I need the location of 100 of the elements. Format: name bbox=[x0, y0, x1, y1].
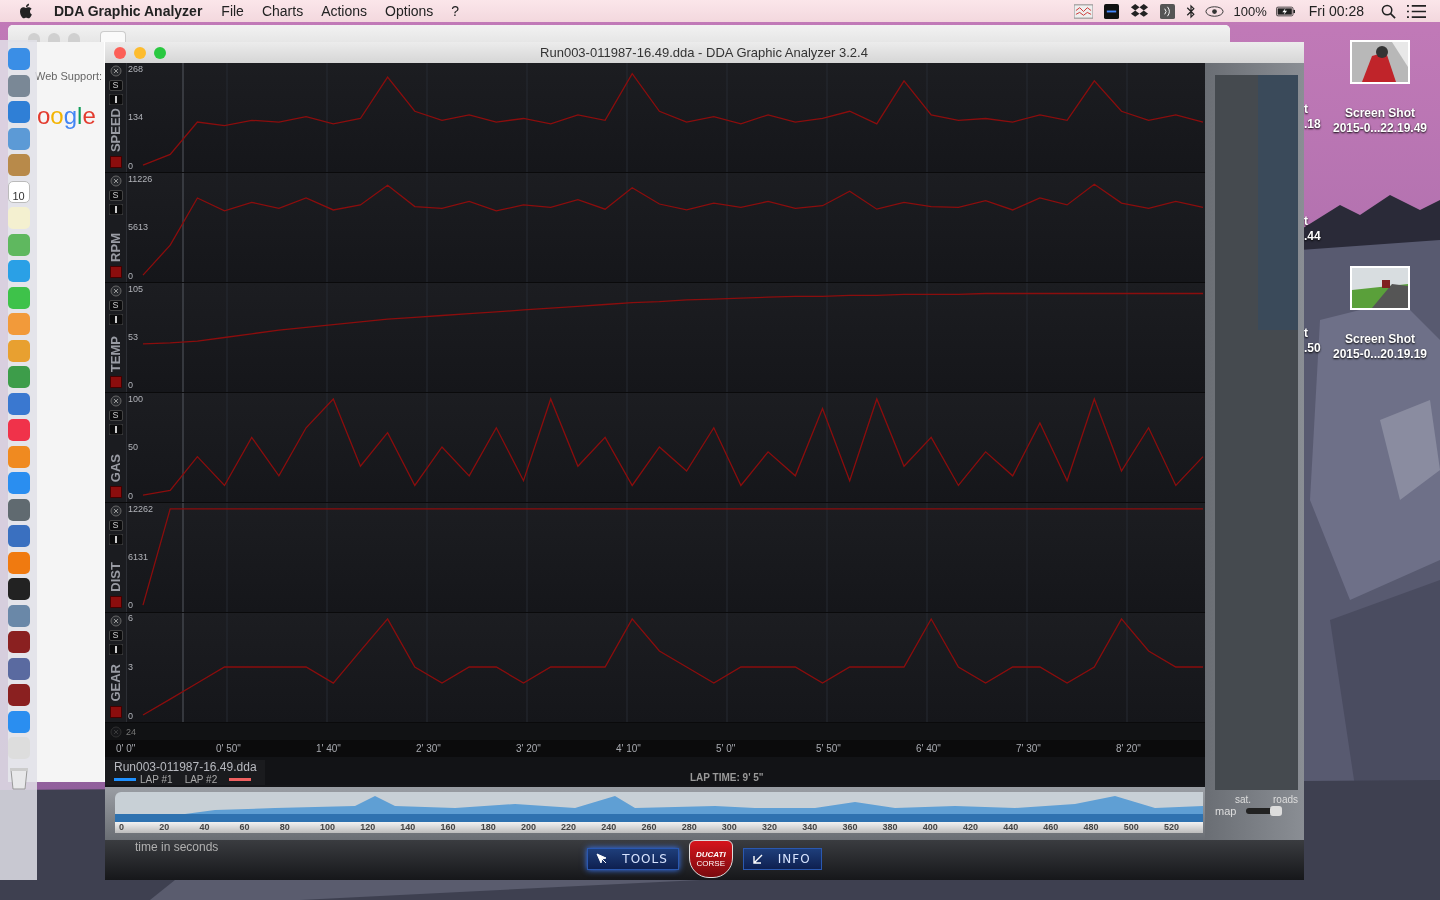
search-icon[interactable] bbox=[1379, 3, 1398, 19]
timeline-tick: 300 bbox=[721, 822, 738, 833]
axis-tick: 100 bbox=[128, 393, 144, 405]
menu-item[interactable]: File bbox=[221, 3, 244, 19]
minimize-button[interactable] bbox=[134, 46, 146, 59]
window-title: Run003-011987-16.49.dda - DDA Graphic Analyzer 3.2.4 bbox=[539, 45, 869, 60]
map-label: map bbox=[1215, 805, 1237, 817]
timeline-tick: 160 bbox=[440, 822, 457, 833]
menu-item[interactable]: ? bbox=[451, 3, 460, 19]
bluetooth-icon[interactable] bbox=[1185, 3, 1196, 19]
back-button[interactable] bbox=[100, 31, 126, 42]
map-option: sat. bbox=[1235, 794, 1252, 805]
solo-button[interactable]: S bbox=[108, 520, 123, 531]
file-label: t bbox=[1304, 326, 1309, 340]
channel-label: RPM bbox=[108, 233, 123, 262]
axis-tick: 0 bbox=[128, 490, 133, 502]
color-swatch[interactable] bbox=[109, 156, 122, 168]
bar-icon[interactable] bbox=[108, 644, 123, 655]
list-icon[interactable] bbox=[1407, 3, 1426, 19]
time-label: 5' 50" bbox=[815, 743, 842, 754]
clock[interactable]: Fri 00:28 bbox=[1308, 3, 1364, 19]
time-label: 3' 20" bbox=[515, 743, 542, 754]
solo-button[interactable]: S bbox=[108, 80, 123, 91]
timeline-tick: 40 bbox=[199, 822, 211, 833]
timeline-tick: 380 bbox=[882, 822, 899, 833]
timeline-tick: 340 bbox=[802, 822, 819, 833]
apple-icon[interactable] bbox=[20, 3, 34, 19]
map-option: roads bbox=[1273, 794, 1298, 805]
battery-icon[interactable] bbox=[1275, 3, 1295, 19]
axis-tick: 11226 bbox=[128, 173, 153, 185]
solo-button[interactable]: S bbox=[108, 630, 123, 641]
solo-button[interactable]: S bbox=[108, 410, 123, 421]
app-icon[interactable] bbox=[7, 578, 30, 600]
file-label: t bbox=[1304, 214, 1309, 228]
bar-icon[interactable] bbox=[108, 314, 123, 325]
timeline-tick: 120 bbox=[360, 822, 377, 833]
axis-tick: 0 bbox=[128, 600, 133, 612]
menu-item[interactable]: Actions bbox=[321, 3, 368, 19]
timeline-tick: 280 bbox=[681, 822, 698, 833]
zoom-button[interactable] bbox=[154, 46, 166, 59]
slider-thumb[interactable] bbox=[1270, 806, 1283, 816]
channel-label: SPEED bbox=[108, 107, 123, 152]
close-icon[interactable] bbox=[109, 615, 122, 627]
time-label: 0' 0" bbox=[115, 743, 137, 754]
channel-label: TEMP bbox=[108, 335, 123, 372]
menu-item[interactable]: Charts bbox=[261, 3, 304, 19]
color-swatch[interactable] bbox=[109, 486, 122, 498]
time-label: 2' 30" bbox=[415, 743, 442, 754]
solo-button[interactable]: S bbox=[108, 300, 123, 311]
file-label: Screen Shot bbox=[1345, 106, 1415, 121]
time-label: 5' 0" bbox=[715, 743, 737, 754]
time-label: 4' 10" bbox=[615, 743, 642, 754]
app-icon[interactable] bbox=[7, 684, 30, 706]
axis-tick: 6 bbox=[128, 613, 133, 625]
color-swatch[interactable] bbox=[109, 596, 122, 608]
calendar-icon[interactable]: 10 bbox=[7, 180, 30, 203]
bar-icon[interactable] bbox=[108, 94, 123, 105]
axis-tick: 134 bbox=[128, 112, 144, 123]
bar-icon[interactable] bbox=[108, 534, 123, 545]
eye-icon[interactable] bbox=[1204, 3, 1224, 19]
menu-item[interactable]: Options bbox=[385, 3, 434, 19]
app-menu[interactable]: DDA Graphic Analyzer bbox=[54, 3, 203, 19]
close-button[interactable] bbox=[114, 46, 126, 59]
timeline-tick: 100 bbox=[319, 822, 336, 833]
sidebar-text: Web Support: bbox=[35, 70, 103, 82]
bar-icon[interactable] bbox=[108, 424, 123, 435]
sound-icon[interactable] bbox=[1157, 3, 1177, 19]
dropbox-icon[interactable] bbox=[1129, 3, 1149, 19]
app-icon[interactable] bbox=[1101, 3, 1121, 19]
timeline-tick: 480 bbox=[1083, 822, 1100, 833]
timeline-track[interactable]: 0 20 40 60 80 100 120 140 160 180 200 220 240 260 280 300 320 340 360 380 400 420 440 460 480 500 520 bbox=[115, 792, 1203, 833]
close-icon[interactable] bbox=[109, 65, 122, 77]
close-icon[interactable] bbox=[109, 175, 122, 187]
trash-icon[interactable] bbox=[8, 765, 29, 790]
close-icon[interactable] bbox=[109, 395, 122, 407]
timeline-tick: 520 bbox=[1163, 822, 1180, 833]
axis-tick: 0 bbox=[128, 270, 133, 282]
time-label: 1' 40" bbox=[315, 743, 342, 754]
close-icon[interactable] bbox=[109, 285, 122, 297]
lap-time: LAP TIME: 9' 5" bbox=[690, 772, 764, 783]
timeline-tick: 260 bbox=[641, 822, 658, 833]
solo-button[interactable]: S bbox=[108, 190, 123, 201]
channel-label: GAS bbox=[108, 453, 123, 482]
map-slider[interactable] bbox=[1246, 808, 1283, 814]
file-label: .44 bbox=[1304, 229, 1321, 243]
close-icon[interactable] bbox=[109, 505, 122, 517]
toolbar-button[interactable]: TOOLS bbox=[587, 848, 679, 870]
toolbar-button[interactable]: INFO bbox=[742, 848, 822, 870]
color-swatch[interactable] bbox=[109, 266, 122, 278]
chart-icon[interactable] bbox=[1073, 3, 1093, 19]
color-swatch[interactable] bbox=[109, 376, 122, 388]
battery-percent: 100% bbox=[1233, 3, 1267, 19]
axis-tick: 6131 bbox=[128, 552, 149, 563]
color-swatch[interactable] bbox=[109, 706, 122, 718]
axis-tick: 105 bbox=[128, 283, 144, 295]
file-label: 2015-0...20.19.19 bbox=[1332, 347, 1428, 362]
timeline-tick: 60 bbox=[239, 822, 251, 833]
bar-icon[interactable] bbox=[108, 204, 123, 215]
axis-tick: 5613 bbox=[128, 222, 149, 233]
app-icon[interactable] bbox=[7, 631, 30, 653]
